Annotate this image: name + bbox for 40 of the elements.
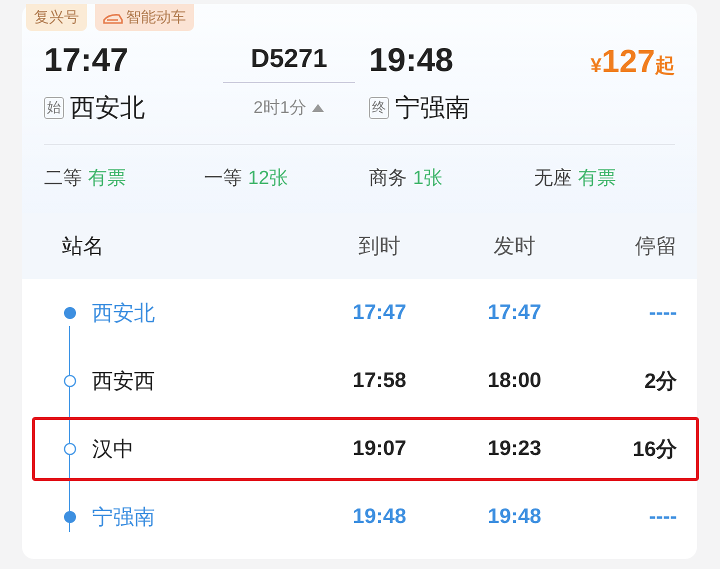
seat-class: 一等 [204, 168, 242, 189]
train-icon [103, 12, 123, 24]
departure-time: 17:47 [44, 41, 130, 80]
caret-icon [312, 103, 324, 112]
arrival-time: 19:48 [369, 41, 454, 80]
departure-cell-text: 17:47 [486, 301, 542, 325]
station-name: 西安西 [92, 369, 156, 395]
arrival-cell-text: 19:48 [352, 505, 408, 529]
column-header: 发时 [492, 234, 536, 260]
arrival-cell-text: 17:58 [352, 369, 408, 393]
column-header: 到时 [358, 234, 402, 260]
departure-cell-text: 19:48 [486, 505, 542, 529]
seat-class: 二等 [44, 168, 82, 189]
seat-class: 无座 [534, 168, 572, 189]
start-badge: 始 [44, 96, 64, 118]
tag: 智能动车 [95, 4, 194, 31]
station-name: 汉中 [92, 437, 135, 463]
station-name: 宁强南 [92, 505, 156, 531]
seat-availability: 12张 [248, 168, 288, 189]
departure-cell-text: 18:00 [486, 369, 542, 393]
seat-availability: 有票 [578, 168, 616, 189]
station-name: 西安北 [92, 301, 156, 327]
end-badge: 终 [369, 96, 389, 118]
destination-station: 宁强南 [395, 93, 470, 124]
origin-station: 西安北 [70, 93, 145, 124]
stay-cell-text: ---- [648, 505, 677, 529]
column-header: 站名 [61, 234, 105, 260]
seat-availability: 1张 [413, 168, 443, 189]
arrival-cell-text: 19:07 [352, 437, 408, 461]
stay-cell-text: ---- [648, 301, 677, 325]
seat-class: 商务 [369, 168, 407, 189]
stay-cell-text: 16分 [632, 437, 677, 463]
price: ¥127起 [589, 42, 675, 81]
stay-cell-text: 2分 [643, 369, 677, 395]
column-header: 停留 [634, 234, 677, 260]
seat-availability: 有票 [88, 168, 126, 189]
arrival-cell-text: 17:47 [352, 301, 408, 325]
train-number: D5271 [223, 41, 355, 83]
departure-cell-text: 19:23 [486, 437, 542, 461]
tag: 复兴号 [26, 4, 87, 31]
